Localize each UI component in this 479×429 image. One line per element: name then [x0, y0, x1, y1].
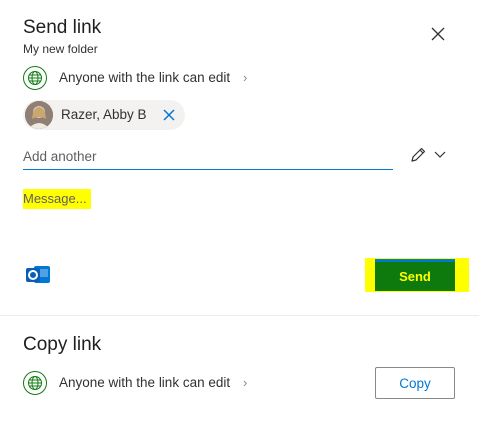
recipient-chip: Razer, Abby B — [23, 100, 185, 130]
chevron-right-icon: › — [243, 375, 248, 390]
pencil-icon[interactable] — [409, 146, 427, 164]
copy-button[interactable]: Copy — [375, 367, 455, 399]
divider — [0, 315, 479, 316]
permission-text: Anyone with the link can edit — [59, 70, 231, 85]
close-icon[interactable] — [428, 24, 448, 44]
link-settings-send[interactable]: Anyone with the link can edit › — [23, 66, 263, 90]
link-settings-copy[interactable]: Anyone with the link can edit › — [23, 371, 263, 395]
remove-recipient-icon[interactable] — [161, 107, 177, 123]
globe-icon — [23, 66, 47, 90]
copy-link-title: Copy link — [23, 334, 102, 355]
chevron-down-icon[interactable] — [433, 148, 447, 160]
send-link-title: Send link — [23, 17, 102, 38]
add-recipient-input[interactable] — [23, 143, 393, 170]
message-field[interactable]: Message... — [23, 189, 91, 209]
globe-icon — [23, 371, 47, 395]
chevron-right-icon: › — [243, 70, 248, 85]
outlook-icon[interactable] — [24, 262, 52, 288]
avatar — [25, 101, 53, 129]
permission-text: Anyone with the link can edit — [59, 375, 231, 390]
send-button[interactable]: Send — [375, 259, 455, 291]
recipient-name: Razer, Abby B — [61, 107, 147, 122]
folder-name: My new folder — [23, 42, 98, 56]
